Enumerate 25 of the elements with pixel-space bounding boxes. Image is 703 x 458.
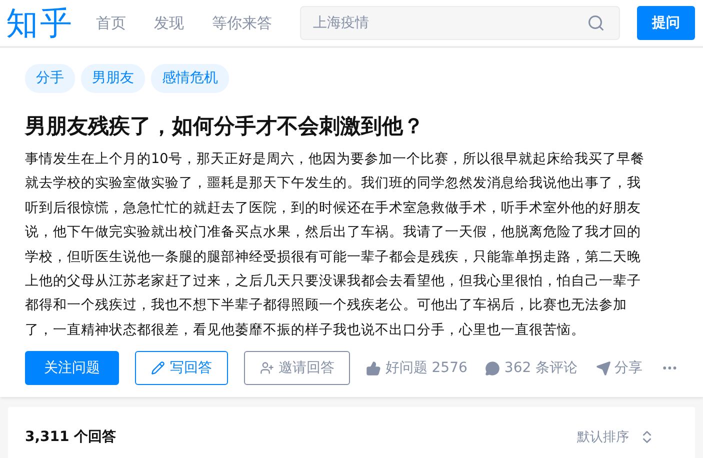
pencil-icon (150, 361, 165, 376)
share-button[interactable]: 分享 (596, 359, 643, 378)
topic-tag[interactable]: 感情危机 (151, 64, 229, 93)
paper-plane-icon (596, 360, 611, 376)
answer-count: 3,311 个回答 (25, 428, 116, 446)
nav-link[interactable]: 等你来答 (212, 14, 272, 32)
invite-button[interactable]: 邀请回答 (244, 351, 350, 386)
add-person-icon (260, 361, 274, 376)
comments-button[interactable]: 362 条评论 (485, 359, 578, 378)
question-title: 男朋友残疾了，如何分手才不会刺激到他？ (25, 113, 425, 140)
logo[interactable]: 知乎 (6, 7, 74, 39)
sort-button[interactable]: 默认排序 (577, 428, 655, 446)
speech-bubble-icon (485, 360, 500, 376)
nav-link[interactable]: 首页 (96, 14, 126, 32)
ask-button[interactable]: 提问 (637, 6, 695, 40)
follow-button[interactable]: 关注问题 (25, 351, 119, 386)
topic-tag[interactable]: 男朋友 (81, 64, 145, 93)
topic-tag[interactable]: 分手 (25, 64, 75, 93)
search-field[interactable]: 上海疫情 (300, 6, 620, 40)
thumbs-up-icon (366, 360, 382, 376)
nav-link[interactable]: 发现 (154, 14, 184, 32)
write-answer-button[interactable]: 写回答 (134, 351, 228, 386)
good-question-button[interactable]: 好问题 2576 (366, 359, 468, 378)
search-icon[interactable] (587, 14, 605, 32)
question-body: 事情发生在上个月的10号，那天正好是周六，他因为要参加一个比赛，所以很早就起床给我买了早餐 就去学校的实验室做实验了，噩耗是那天下午发生的。我们班的同学忽然发消息给我说他出事了，我 听到后很惊慌，急急忙忙的就赶去了医院，到的时候还在手术室急救做手术，听手术室外他的好朋友 说，他下午做完实验就出校门准备买点水果，然后出了车祸。我请了一天假，他脱离危险了我才回的 学校，但听医生说他一条腿的腿部神经受损很有可能一辈子都会是残疾，只能靠单拐走路，第二天晚 上他的父母从江苏老家赶了过来，之后几天只要没课我都会去看望他，但我心里很怕，怕自己一辈子 都得和一个残疾过，我也不想下半辈子都得照顾一个残疾老公。可他出了车祸后，比赛也无法参加 了，一直精神状态都很差，看见他萎靡不振的样子我也说不出口分手，心里也一直很苦恼。 (25, 150, 646, 340)
